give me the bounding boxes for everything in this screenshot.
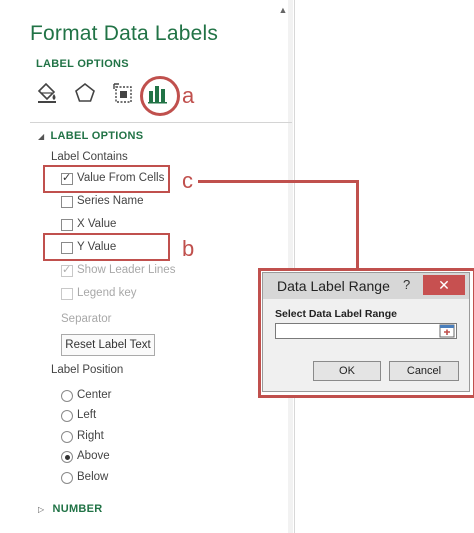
show-leader-lines-label: Show Leader Lines xyxy=(77,264,176,276)
label-contains-heading: Label Contains xyxy=(51,151,128,163)
label-options-section-header[interactable]: ◢ LABEL OPTIONS xyxy=(38,130,143,142)
size-properties-icon[interactable] xyxy=(110,80,138,110)
legend-key-checkbox xyxy=(61,288,73,300)
series-name-checkbox[interactable] xyxy=(61,196,73,208)
pane-divider xyxy=(30,122,292,123)
callout-rect-c xyxy=(43,165,170,193)
show-leader-lines-checkbox xyxy=(61,263,73,277)
fill-line-icon[interactable] xyxy=(34,80,62,110)
x-value-checkbox[interactable] xyxy=(61,219,73,231)
close-icon[interactable]: ✕ xyxy=(423,275,465,295)
label-position-heading: Label Position xyxy=(51,364,124,376)
label-options-tab[interactable]: LABEL OPTIONS xyxy=(36,58,129,70)
help-icon[interactable]: ? xyxy=(403,277,410,292)
pane-title: Format Data Labels xyxy=(30,22,219,45)
data-label-range-input[interactable] xyxy=(275,323,457,339)
select-range-label: Select Data Label Range xyxy=(275,308,397,320)
callout-label-b: b xyxy=(182,236,195,261)
callout-circle-a xyxy=(140,76,180,116)
position-left-radio[interactable] xyxy=(61,410,73,422)
callout-connector-vertical xyxy=(356,180,359,270)
position-above-label[interactable]: Above xyxy=(77,450,110,462)
dialog-title: Data Label Range xyxy=(277,278,390,294)
position-below-radio[interactable] xyxy=(61,472,73,484)
range-selector-icon[interactable] xyxy=(439,324,455,338)
legend-key-label: Legend key xyxy=(77,287,137,299)
position-right-radio[interactable] xyxy=(61,431,73,443)
separator-label: Separator xyxy=(61,313,112,325)
data-label-range-dialog: Data Label Range ? ✕ Select Data Label R… xyxy=(262,272,470,392)
position-left-label[interactable]: Left xyxy=(77,409,96,421)
reset-label-text-button[interactable]: Reset Label Text xyxy=(61,334,155,356)
number-section-header[interactable]: ▷ NUMBER xyxy=(38,503,103,515)
callout-label-c: c xyxy=(182,168,193,193)
effects-pentagon-icon[interactable] xyxy=(72,80,100,110)
dialog-titlebar[interactable]: Data Label Range ? ✕ xyxy=(263,273,469,299)
callout-label-a: a xyxy=(182,83,195,108)
x-value-label[interactable]: X Value xyxy=(77,218,116,230)
position-right-label[interactable]: Right xyxy=(77,430,104,442)
ok-button[interactable]: OK xyxy=(313,361,381,381)
position-center-radio[interactable] xyxy=(61,390,73,402)
collapse-triangle-icon: ◢ xyxy=(38,132,45,141)
cancel-button[interactable]: Cancel xyxy=(389,361,459,381)
series-name-label[interactable]: Series Name xyxy=(77,195,143,207)
position-above-radio[interactable] xyxy=(61,451,73,463)
expand-triangle-icon: ▷ xyxy=(38,505,45,514)
position-below-label[interactable]: Below xyxy=(77,471,108,483)
format-data-labels-pane: Format Data Labels ▲ LABEL OPTIONS a ◢ LA… xyxy=(0,0,295,533)
position-center-label[interactable]: Center xyxy=(77,389,112,401)
callout-rect-b xyxy=(43,233,170,261)
callout-connector-horizontal xyxy=(198,180,358,183)
